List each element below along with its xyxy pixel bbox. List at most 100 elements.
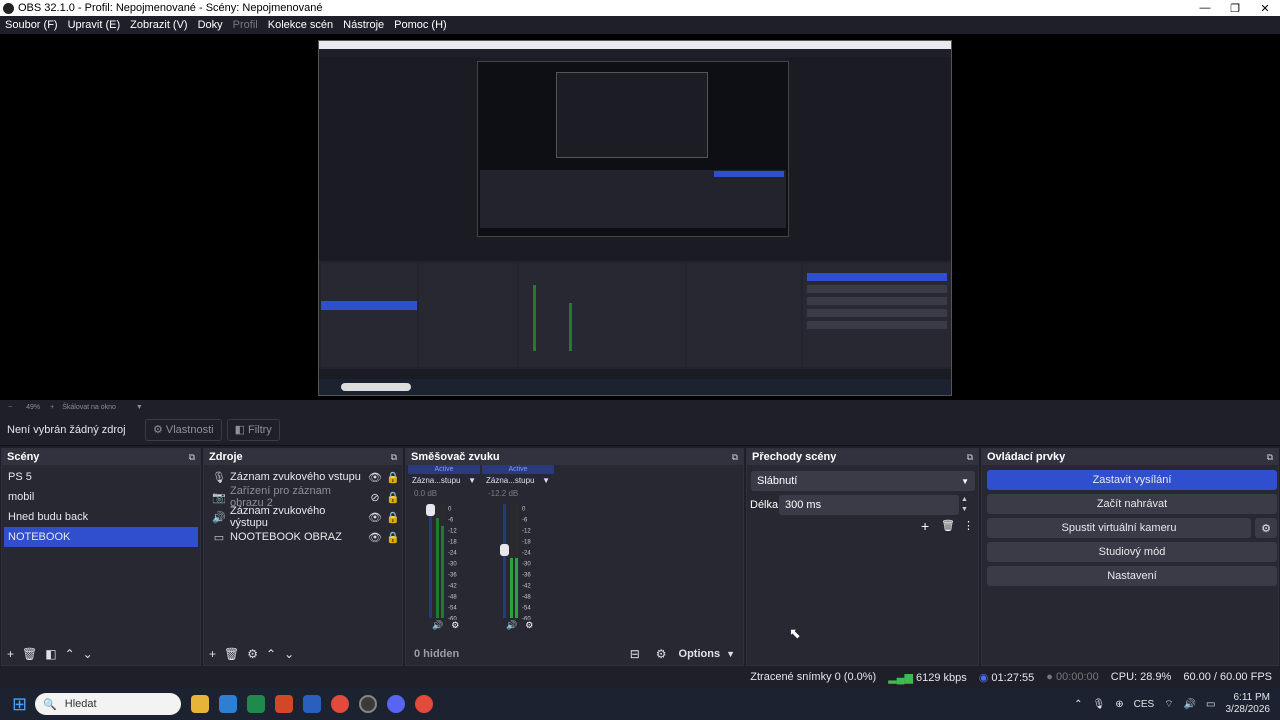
preview-canvas[interactable] (318, 40, 952, 396)
trash-icon[interactable]: 🗑 (941, 519, 955, 532)
menu-edit[interactable]: Upravit (E) (63, 19, 126, 31)
speaker-icon: 🔊 (212, 511, 226, 524)
transition-select[interactable]: Slábnutí ▼ (751, 471, 975, 491)
file-explorer-icon[interactable] (191, 695, 210, 713)
microphone-icon[interactable]: 🎙 (1093, 699, 1106, 710)
volume-fader[interactable] (426, 504, 435, 516)
scene-item[interactable]: Hned budu back (2, 507, 200, 527)
zoom-in-button[interactable]: + (50, 404, 54, 411)
filter-icon[interactable]: ◧ (45, 647, 56, 661)
scene-item[interactable]: PS 5 (2, 467, 200, 487)
chrome-icon[interactable] (415, 695, 434, 713)
menu-view[interactable]: Zobrazit (V) (125, 19, 192, 31)
chevron-down-icon[interactable]: ▼ (726, 649, 735, 659)
obs-icon[interactable] (359, 695, 378, 713)
trash-icon[interactable]: 🗑 (224, 647, 239, 661)
undock-icon[interactable]: ⧉ (189, 452, 195, 463)
options-button[interactable]: Options (679, 648, 721, 660)
add-icon[interactable]: + (921, 518, 929, 534)
minimize-button[interactable]: — (1190, 0, 1220, 16)
layout-icon[interactable]: ⊟ (630, 647, 640, 661)
lock-icon[interactable]: 🔒 (384, 511, 402, 524)
filters-button[interactable]: ◧ Filtry (226, 418, 280, 441)
lock-icon[interactable]: 🔒 (384, 531, 402, 544)
eye-hidden-icon[interactable]: ⊘ (366, 491, 384, 504)
channel-name-row[interactable]: Zázna...stupu ▼ (482, 474, 554, 487)
properties-button[interactable]: ⚙ Vlastnosti (145, 418, 222, 441)
source-item[interactable]: 📷 Zařízení pro záznam obrazu 2 ⊘ 🔒 (204, 485, 402, 509)
gear-icon[interactable]: ⚙ (656, 647, 667, 661)
close-button[interactable]: ✕ (1250, 0, 1280, 16)
volume-fader[interactable] (500, 544, 509, 556)
source-item[interactable]: ▭ NOOTEBOOK OBRAZ 👁 🔒 (204, 527, 402, 547)
chevron-down-icon[interactable]: ▼ (136, 404, 143, 411)
windows-start-icon[interactable]: ⊞ (12, 694, 27, 715)
move-down-icon[interactable]: ⌄ (83, 647, 93, 661)
discord-icon[interactable] (387, 695, 406, 713)
channel-meter[interactable]: 0-6-12-18-24-30-36-42-48-54-60 (408, 500, 480, 620)
trash-icon[interactable]: 🗑 (22, 647, 37, 661)
menu-help[interactable]: Pomoc (H) (389, 19, 452, 31)
move-up-icon[interactable]: ⌃ (65, 647, 75, 661)
eye-icon[interactable]: 👁 (366, 531, 384, 544)
more-icon[interactable]: ⋮ (963, 519, 974, 532)
undock-icon[interactable]: ⧉ (391, 452, 397, 463)
scenes-toolbar: + 🗑 ◧ ⌃ ⌄ (2, 643, 200, 665)
virtual-camera-settings-button[interactable]: ⚙ (1255, 518, 1277, 538)
menu-tools[interactable]: Nástroje (338, 19, 389, 31)
menu-profile[interactable]: Profil (228, 19, 263, 31)
excel-icon[interactable] (247, 695, 266, 713)
add-icon[interactable]: + (209, 647, 216, 661)
edge-icon[interactable] (219, 695, 238, 713)
duration-stepper[interactable]: ▲ ▼ (961, 495, 968, 515)
clock[interactable]: 6:11 PM 3/28/2026 (1226, 692, 1271, 716)
settings-button[interactable]: Nastavení (987, 566, 1277, 586)
word-icon[interactable] (303, 695, 322, 713)
gear-icon[interactable]: ⚙ (247, 647, 258, 661)
chrome-icon[interactable] (331, 695, 350, 713)
move-down-icon[interactable]: ⌄ (284, 647, 294, 661)
scale-mode[interactable]: Škálovat na okno (62, 404, 116, 411)
undock-icon[interactable]: ⧉ (1267, 452, 1273, 463)
scene-item-selected[interactable]: NOTEBOOK (4, 527, 198, 547)
network-icon[interactable]: ⊕ (1115, 699, 1123, 710)
chevron-up-icon[interactable]: ⌃ (1074, 699, 1082, 710)
source-item[interactable]: 🎙 Záznam zvukového vstupu 👁 🔒 (204, 467, 402, 487)
undock-icon[interactable]: ⧉ (967, 452, 973, 463)
wifi-icon[interactable]: ⌔ (1164, 698, 1173, 711)
lock-icon[interactable]: 🔒 (384, 491, 402, 504)
menu-scene-collection[interactable]: Kolekce scén (263, 19, 338, 31)
scene-item[interactable]: mobil (2, 487, 200, 507)
gear-icon[interactable]: ⚙ (525, 620, 533, 631)
eye-icon[interactable]: 👁 (366, 511, 384, 524)
lock-icon[interactable]: 🔒 (384, 471, 402, 484)
gear-icon[interactable]: ⚙ (451, 620, 459, 631)
maximize-button[interactable]: ❐ (1220, 0, 1250, 16)
stop-streaming-button[interactable]: Zastavit vysílání (987, 470, 1277, 490)
start-recording-button[interactable]: Začít nahrávat (987, 494, 1277, 514)
zoom-out-button[interactable]: − (8, 404, 12, 411)
menu-file[interactable]: Soubor (F) (0, 19, 63, 31)
move-up-icon[interactable]: ⌃ (266, 647, 276, 661)
channel-name-row[interactable]: Zázna...stupu ▼ (408, 474, 480, 487)
channel-meter[interactable]: 0-6-12-18-24-30-36-42-48-54-60 (482, 500, 554, 620)
virtual-camera-button[interactable]: Spustit virtuální kameru (987, 518, 1251, 538)
taskbar-search[interactable]: 🔍 Hledat (35, 693, 182, 715)
speaker-icon[interactable]: 🔊 (432, 620, 443, 631)
language-indicator[interactable]: CES (1134, 699, 1155, 710)
chevron-down-icon[interactable]: ▼ (468, 476, 476, 485)
add-icon[interactable]: + (7, 647, 14, 661)
duration-input[interactable]: 300 ms (779, 495, 959, 515)
source-item[interactable]: 🔊 Záznam zvukového výstupu 👁 🔒 (204, 505, 402, 529)
eye-icon[interactable]: 👁 (366, 471, 384, 484)
stream-time: 01:27:55 (991, 671, 1035, 684)
battery-icon[interactable]: ▭ (1206, 699, 1215, 710)
speaker-icon[interactable]: 🔊 (506, 620, 517, 631)
chevron-down-icon[interactable]: ▼ (542, 476, 550, 485)
undock-icon[interactable]: ⧉ (732, 452, 738, 463)
stream-time-group: ◉ 01:27:55 (979, 671, 1035, 684)
volume-icon[interactable]: 🔊 (1184, 699, 1196, 710)
menu-docks[interactable]: Doky (193, 19, 228, 31)
studio-mode-button[interactable]: Studiový mód (987, 542, 1277, 562)
powerpoint-icon[interactable] (275, 695, 294, 713)
